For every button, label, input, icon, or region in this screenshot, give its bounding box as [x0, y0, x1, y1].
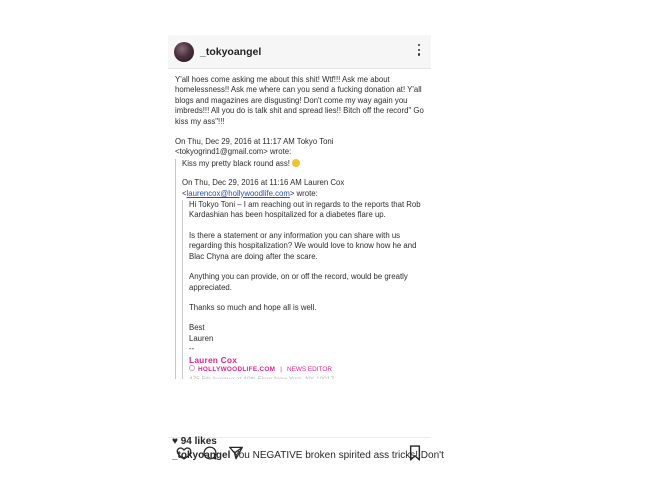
- reply1-quote: Kiss my pretty black round ass! On Thu, …: [175, 158, 425, 380]
- email-para: Thanks so much and hope all is well.: [189, 302, 317, 312]
- caption-username[interactable]: _tokyoangel: [172, 450, 230, 461]
- email-para: Anything you can provide, on or off the …: [189, 272, 408, 292]
- hollywoodlife-logo-icon: [189, 364, 195, 371]
- post-caption: _tokyoangel You NEGATIVE broken spirited…: [172, 450, 444, 461]
- signature-name: Lauren Cox: [189, 354, 238, 365]
- heart-filled-icon: ♥: [172, 436, 178, 447]
- caption-text: You NEGATIVE broken spirited ass tricks!…: [230, 450, 444, 461]
- post-image[interactable]: Y'all hoes come asking me about this shi…: [168, 69, 431, 435]
- likes-count[interactable]: ♥ 94 likes: [172, 436, 217, 447]
- email-para: Hi Tokyo Toni – I am reaching out in reg…: [189, 200, 421, 220]
- signature-address: 475 5th Avenue at 40th Floor New York, N…: [189, 375, 425, 379]
- reply1-body: Kiss my pretty black round ass!: [182, 158, 425, 169]
- email-link[interactable]: laurencox@hollywoodlife.com: [187, 189, 290, 198]
- email-main-text: Y'all hoes come asking me about this shi…: [175, 75, 424, 126]
- email-para: Is there a statement or any information …: [189, 230, 417, 261]
- avatar[interactable]: [174, 42, 194, 62]
- signoff-name: Lauren: [189, 333, 214, 343]
- instagram-post: _tokyoangel Y'all hoes come asking me ab…: [168, 35, 431, 465]
- email-screenshot: Y'all hoes come asking me about this shi…: [175, 75, 425, 380]
- reply2-header: On Thu, Dec 29, 2016 at 11:16 AM Lauren …: [182, 178, 345, 198]
- signature-site: HOLLYWOODLIFE.COM | NEWS EDITOR: [189, 364, 425, 375]
- more-vertical-icon[interactable]: [417, 44, 421, 60]
- reply1-header: On Thu, Dec 29, 2016 at 11:17 AM Tokyo T…: [175, 137, 334, 157]
- emoji-icon: [292, 158, 301, 167]
- signature-dash: --: [189, 344, 195, 354]
- signoff: Best: [189, 323, 205, 333]
- post-username[interactable]: _tokyoangel: [200, 46, 261, 58]
- post-header: _tokyoangel: [168, 35, 431, 69]
- reply2-quote: Hi Tokyo Toni – I am reaching out in reg…: [182, 200, 425, 380]
